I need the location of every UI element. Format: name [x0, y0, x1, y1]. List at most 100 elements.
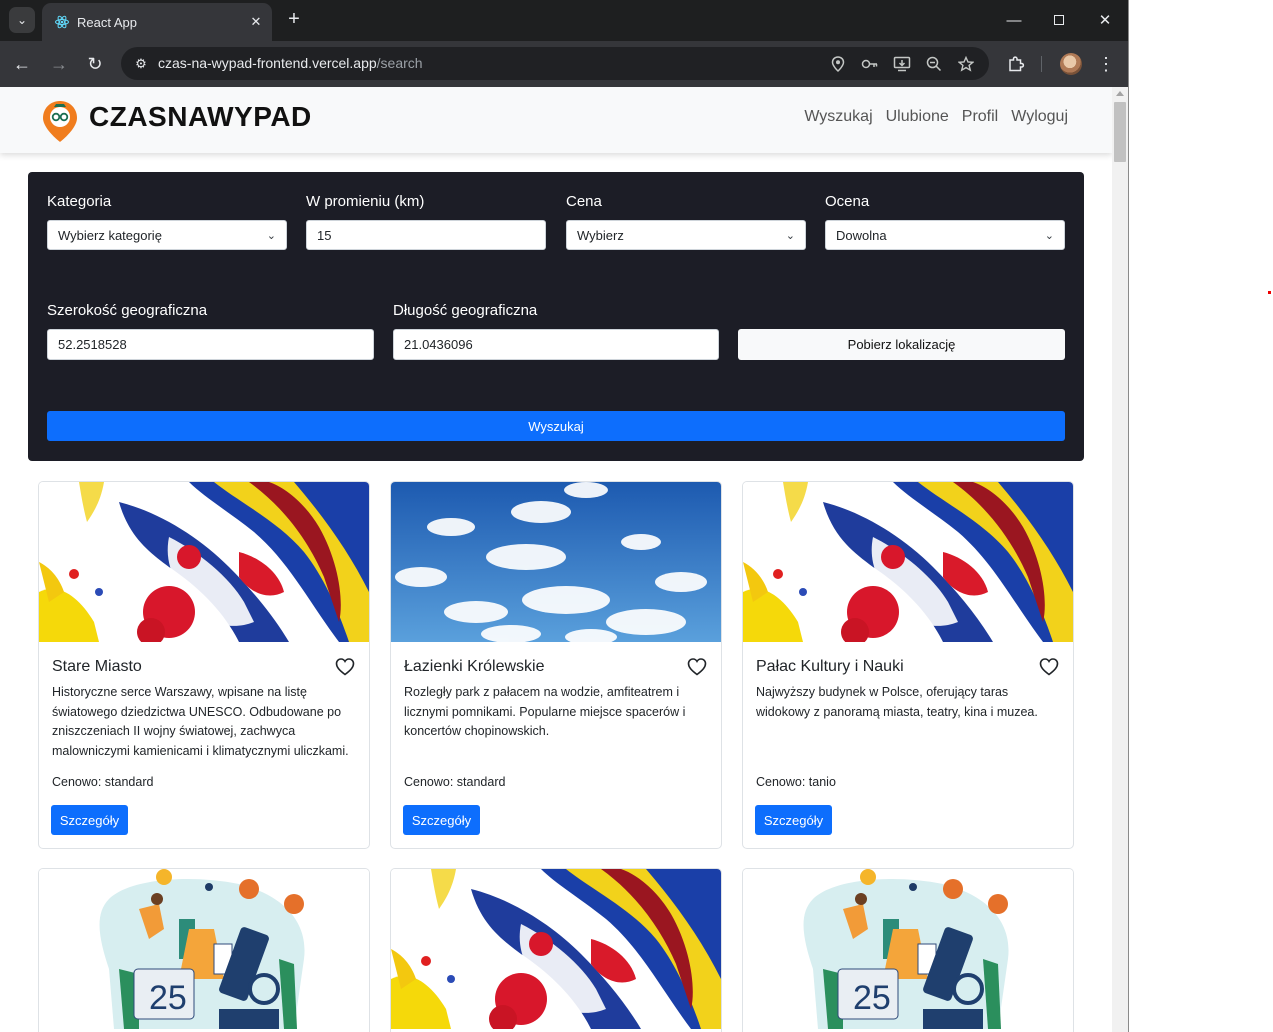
card-title: Łazienki Królewskie	[404, 658, 545, 675]
rating-select-value: Dowolna	[836, 227, 887, 243]
nav-links: Wyszukaj Ulubione Profil Wyloguj	[804, 108, 1068, 126]
card-image	[39, 869, 369, 1029]
profile-avatar[interactable]	[1060, 53, 1082, 75]
card-description: Najwyższy budynek w Polsce, oferujący ta…	[756, 685, 1038, 719]
extensions-button[interactable]	[1004, 51, 1028, 77]
card-description: Rozległy park z pałacem na wodzie, amfit…	[404, 685, 686, 738]
longitude-input-value: 21.0436096	[404, 337, 473, 352]
search-filter-panel: Kategoria Wybierz kategorię ⌄ W promieni…	[28, 172, 1084, 461]
favorite-heart-icon[interactable]	[687, 657, 707, 677]
new-tab-button[interactable]: +	[282, 8, 306, 32]
place-card: Łazienki Królewskie Rozległy park z pała…	[390, 481, 722, 849]
reload-icon: ↻	[87, 53, 103, 74]
nav-favorites-link[interactable]: Ulubione	[886, 108, 949, 126]
chevron-down-icon: ⌄	[785, 230, 795, 242]
kebab-menu-icon: ⋮	[1097, 53, 1115, 74]
page-scrollbar[interactable]	[1112, 87, 1128, 1032]
card-image	[743, 482, 1073, 642]
longitude-input[interactable]: 21.0436096	[393, 329, 719, 360]
favorite-heart-icon[interactable]	[335, 657, 355, 677]
details-button[interactable]: Szczegóły	[403, 805, 480, 835]
browser-tab[interactable]: React App ✕	[42, 3, 272, 41]
location-pin-icon[interactable]	[828, 54, 848, 74]
minimize-icon: —	[1006, 11, 1022, 29]
category-select-value: Wybierz kategorię	[58, 227, 162, 243]
zoom-icon[interactable]	[924, 54, 944, 74]
place-card: Stare Miasto Historyczne serce Warszawy,…	[38, 481, 370, 849]
logo-icon[interactable]	[42, 99, 78, 143]
card-price: Cenowo: tanio	[756, 775, 836, 789]
install-app-icon[interactable]	[892, 54, 912, 74]
place-card	[390, 868, 722, 1032]
scroll-up-arrow-icon[interactable]	[1116, 91, 1124, 96]
rating-select[interactable]: Dowolna ⌄	[825, 220, 1065, 250]
tab-title: React App	[77, 14, 137, 30]
close-window-button[interactable]: ✕	[1082, 0, 1128, 40]
card-image	[39, 482, 369, 642]
scrollbar-thumb[interactable]	[1114, 102, 1126, 162]
nav-profile-link[interactable]: Profil	[962, 108, 998, 126]
browser-window: ⌄ React App ✕ + — ✕ ← → ↻ ⚙ czas-na-wypa…	[0, 0, 1129, 1032]
card-description: Historyczne serce Warszawy, wpisane na l…	[52, 685, 349, 758]
card-title: Pałac Kultury i Nauki	[756, 658, 904, 675]
card-image	[391, 482, 721, 642]
place-card: Pałac Kultury i Nauki Najwyższy budynek …	[742, 481, 1074, 849]
radius-input[interactable]: 15	[306, 220, 546, 250]
place-card	[38, 868, 370, 1032]
maximize-button[interactable]	[1036, 0, 1082, 40]
chevron-down-icon: ⌄	[266, 230, 276, 242]
close-tab-icon[interactable]: ✕	[246, 14, 266, 30]
latitude-input-value: 52.2518528	[58, 337, 127, 352]
radius-label: W promieniu (km)	[306, 193, 425, 210]
card-image	[391, 869, 721, 1029]
nav-search-link[interactable]: Wyszukaj	[804, 108, 872, 126]
category-select[interactable]: Wybierz kategorię ⌄	[47, 220, 287, 250]
stray-dot	[1268, 291, 1271, 294]
tab-strip: ⌄ React App ✕ + — ✕	[0, 0, 1128, 41]
site-settings-icon[interactable]: ⚙	[131, 54, 151, 74]
card-price: Cenowo: standard	[52, 775, 154, 789]
price-select[interactable]: Wybierz ⌄	[566, 220, 806, 250]
arrow-right-icon: →	[50, 53, 68, 74]
minimize-button[interactable]: —	[991, 0, 1037, 40]
place-card	[742, 868, 1074, 1032]
browser-toolbar: ← → ↻ ⚙ czas-na-wypad-frontend.vercel.ap…	[0, 41, 1128, 87]
search-button[interactable]: Wyszukaj	[47, 411, 1065, 441]
details-button[interactable]: Szczegóły	[755, 805, 832, 835]
favorite-heart-icon[interactable]	[1039, 657, 1059, 677]
brand-name[interactable]: CZASNAWYPAD	[89, 101, 312, 133]
longitude-label: Długość geograficzna	[393, 302, 538, 319]
card-price: Cenowo: standard	[404, 775, 506, 789]
forward-button[interactable]: →	[46, 51, 72, 77]
card-image	[743, 869, 1073, 1029]
toolbar-divider	[1041, 56, 1042, 72]
url-text: czas-na-wypad-frontend.vercel.app/search	[158, 55, 423, 71]
reload-button[interactable]: ↻	[82, 51, 108, 77]
latitude-label: Szerokość geograficzna	[47, 302, 208, 319]
address-bar[interactable]: ⚙ czas-na-wypad-frontend.vercel.app/sear…	[121, 47, 989, 80]
maximize-icon	[1054, 15, 1064, 25]
details-button[interactable]: Szczegóły	[51, 805, 128, 835]
get-location-button[interactable]: Pobierz lokalizację	[738, 329, 1065, 360]
puzzle-icon	[1009, 56, 1025, 72]
nav-logout-link[interactable]: Wyloguj	[1011, 108, 1068, 126]
price-select-value: Wybierz	[577, 227, 624, 243]
key-icon[interactable]	[860, 54, 880, 74]
site-navbar: CZASNAWYPAD Wyszukaj Ulubione Profil Wyl…	[0, 87, 1112, 153]
react-icon	[54, 14, 70, 30]
tab-search-button[interactable]: ⌄	[9, 7, 35, 33]
page-viewport: CZASNAWYPAD Wyszukaj Ulubione Profil Wyl…	[0, 87, 1112, 1032]
category-label: Kategoria	[47, 193, 112, 210]
rating-label: Ocena	[825, 193, 870, 210]
radius-input-value: 15	[317, 227, 332, 243]
arrow-left-icon: ←	[13, 53, 31, 74]
price-label: Cena	[566, 193, 602, 210]
latitude-input[interactable]: 52.2518528	[47, 329, 374, 360]
chevron-down-icon: ⌄	[16, 13, 28, 27]
bookmark-star-icon[interactable]	[956, 54, 976, 74]
close-icon: ✕	[1098, 12, 1112, 29]
back-button[interactable]: ←	[9, 51, 35, 77]
chevron-down-icon: ⌄	[1044, 230, 1054, 242]
card-title: Stare Miasto	[52, 658, 142, 675]
menu-button[interactable]: ⋮	[1094, 51, 1118, 77]
